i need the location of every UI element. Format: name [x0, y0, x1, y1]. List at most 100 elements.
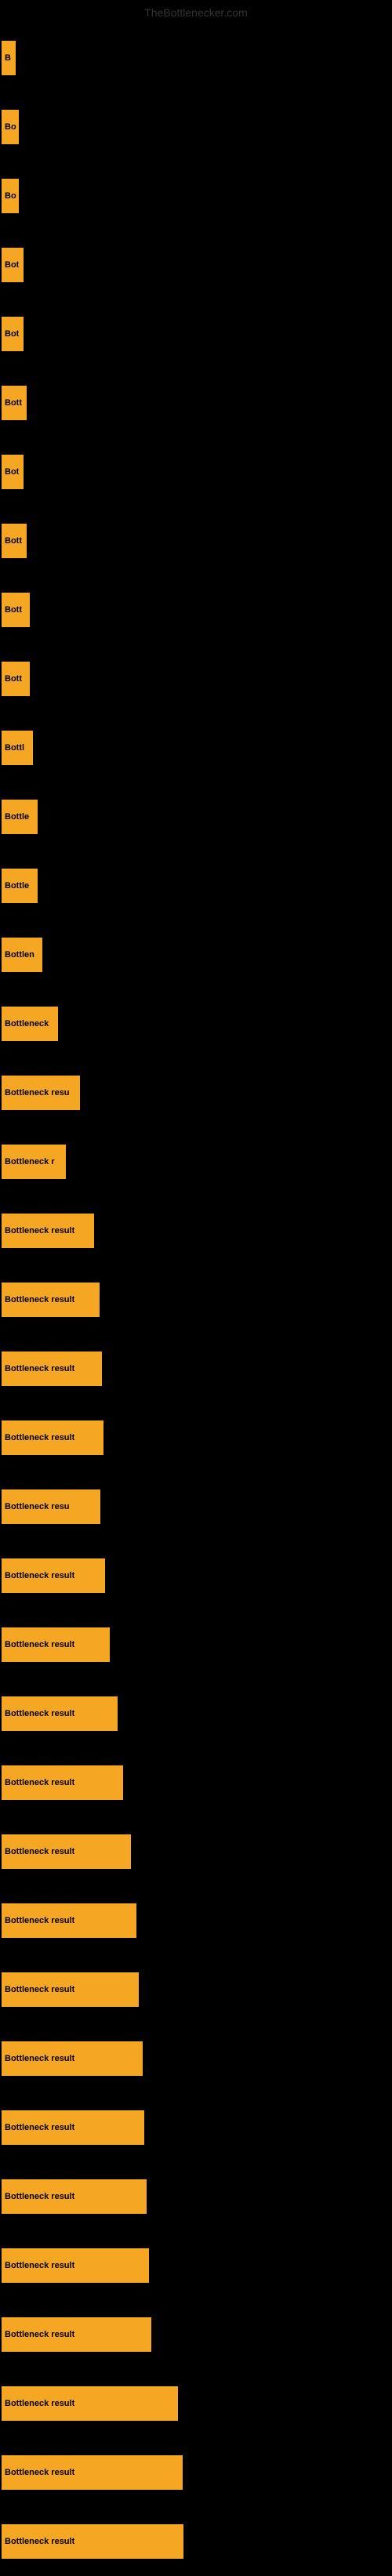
bar-item: Bo — [0, 161, 392, 230]
bar-item: Bottleneck result — [0, 1886, 392, 1955]
bar: Bott — [2, 524, 27, 558]
bar: Bottleneck result — [2, 1558, 105, 1593]
bar-item: Bottleneck result — [0, 2093, 392, 2162]
bar-item: Bott — [0, 506, 392, 575]
bar-label: Bottleneck result — [5, 2192, 74, 2201]
bar-item: Bottleneck result — [0, 2438, 392, 2507]
bar: Bottleneck result — [2, 1214, 94, 1248]
bar: Bot — [2, 248, 24, 282]
bar-label: Bottle — [5, 881, 29, 891]
bar: B — [2, 41, 16, 75]
bar-item: Bottleneck result — [0, 1334, 392, 1403]
bar-item: Bottleneck result — [0, 1679, 392, 1748]
bar-label: Bo — [5, 122, 16, 132]
bar-label: Bott — [5, 605, 22, 615]
bar-item: Bottleneck result — [0, 2300, 392, 2369]
bar: Bottlen — [2, 938, 42, 972]
bar-label: Bottleneck result — [5, 2261, 74, 2270]
bar-item: Bottleneck result — [0, 1265, 392, 1334]
bar: Bottleneck result — [2, 2455, 183, 2490]
bar-item: Bott — [0, 644, 392, 713]
bar-label: Bottleneck result — [5, 1433, 74, 1442]
bar-item: Bott — [0, 368, 392, 437]
bar-label: Bottleneck result — [5, 1709, 74, 1718]
bar-label: Bottleneck result — [5, 1985, 74, 1994]
bar-item: Bottleneck result — [0, 1610, 392, 1679]
bar: Bott — [2, 662, 30, 696]
bar: Bottleneck result — [2, 1696, 118, 1731]
bar-label: Bott — [5, 398, 22, 408]
bar: Bottleneck result — [2, 1834, 131, 1869]
site-title: TheBottlenecker.com — [0, 0, 392, 25]
bar-label: Bottleneck result — [5, 1571, 74, 1580]
bar-item: Bottleneck result — [0, 2369, 392, 2438]
bar-label: Bott — [5, 674, 22, 684]
bar-item: Bottleneck result — [0, 2507, 392, 2576]
bar-item: Bottleneck result — [0, 1541, 392, 1610]
bar-label: Bottleneck resu — [5, 1502, 70, 1511]
bar-label: Bottleneck result — [5, 1640, 74, 1649]
bar: Bottleneck result — [2, 1283, 100, 1317]
bar: Bott — [2, 593, 30, 627]
bar-item: Bottleneck result — [0, 2024, 392, 2093]
bar-item: Bottleneck result — [0, 2162, 392, 2231]
bar-label: Bottleneck result — [5, 2054, 74, 2063]
bar-item: Bottleneck resu — [0, 1058, 392, 1127]
bar-label: Bottle — [5, 812, 29, 822]
bar: Bottleneck result — [2, 2386, 178, 2421]
bar-item: Bottleneck result — [0, 1196, 392, 1265]
bar-item: Bot — [0, 299, 392, 368]
bar-label: Bottleneck resu — [5, 1088, 70, 1098]
bar: Bottleneck result — [2, 2524, 183, 2559]
bar: Bottleneck resu — [2, 1076, 80, 1110]
bar-item: Bottle — [0, 851, 392, 920]
bar: Bottle — [2, 869, 38, 903]
bar: Bottleneck — [2, 1007, 58, 1041]
bar: Bottleneck result — [2, 1420, 103, 1455]
bar-label: Bottleneck result — [5, 1916, 74, 1925]
bar: Bottleneck result — [2, 2179, 147, 2214]
bar-label: Bott — [5, 536, 22, 546]
bar: Bo — [2, 179, 19, 213]
bar-item: Bottleneck result — [0, 1955, 392, 2024]
bar-label: Bot — [5, 329, 19, 339]
bar-item: Bottlen — [0, 920, 392, 989]
bar-label: Bottleneck result — [5, 2123, 74, 2132]
bar-label: Bottleneck r — [5, 1157, 55, 1166]
bar-item: B — [0, 24, 392, 93]
bar-item: Bottleneck resu — [0, 1472, 392, 1541]
bar-item: Bottleneck result — [0, 2231, 392, 2300]
bar-label: Bottleneck result — [5, 2399, 74, 2408]
bar: Bottle — [2, 800, 38, 834]
bar-label: Bottleneck result — [5, 1364, 74, 1373]
bar-item: Bottleneck result — [0, 1817, 392, 1886]
bar: Bottleneck result — [2, 2041, 143, 2076]
bar: Bottleneck r — [2, 1145, 66, 1179]
bar-item: Bot — [0, 437, 392, 506]
bar-label: Bottleneck result — [5, 1778, 74, 1787]
bar: Bot — [2, 317, 24, 351]
bar: Bottleneck result — [2, 1351, 102, 1386]
bar-label: Bo — [5, 191, 16, 201]
bar-label: B — [5, 53, 11, 63]
bar: Bottleneck result — [2, 1903, 136, 1938]
bar-label: Bot — [5, 260, 19, 270]
bar-item: Bott — [0, 575, 392, 644]
bar-item: Bot — [0, 230, 392, 299]
bar: Bottleneck result — [2, 1972, 139, 2007]
bar-item: Bottl — [0, 713, 392, 782]
bar-label: Bottlen — [5, 950, 34, 960]
bar-label: Bottleneck result — [5, 2330, 74, 2339]
bar-label: Bottleneck result — [5, 1847, 74, 1856]
bar-label: Bottleneck result — [5, 2537, 74, 2546]
bars-container: B Bo Bo Bot Bot Bott Bot Bott Bott Bott Bottl Bottl… — [0, 24, 392, 2509]
bar: Bo — [2, 110, 19, 144]
bar: Bottleneck result — [2, 2110, 144, 2145]
bar-label: Bot — [5, 467, 19, 477]
bar-item: Bo — [0, 93, 392, 161]
bar-item: Bottleneck r — [0, 1127, 392, 1196]
bar-item: Bottleneck result — [0, 1748, 392, 1817]
bar: Bottleneck result — [2, 1765, 123, 1800]
bar: Bottleneck result — [2, 2248, 149, 2283]
bar-item: Bottleneck — [0, 989, 392, 1058]
